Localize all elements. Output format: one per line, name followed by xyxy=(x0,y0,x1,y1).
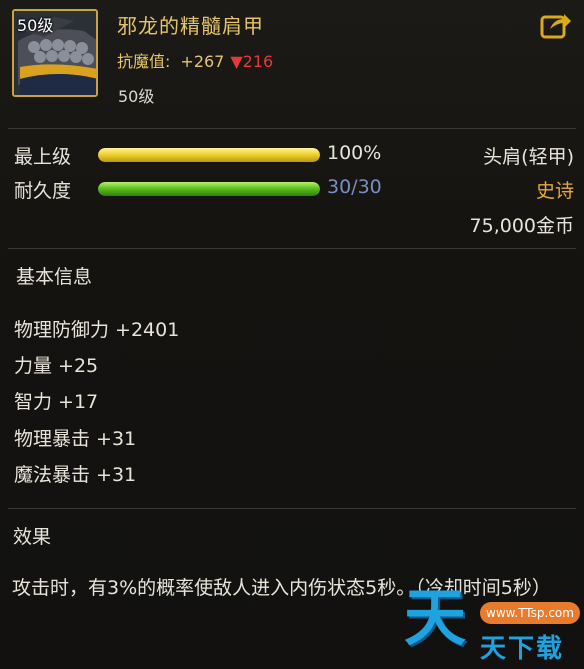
item-price: 75,000金币 xyxy=(469,215,574,237)
attribute-line: 力量 +25 xyxy=(14,355,99,377)
attribute-line: 物理暴击 +31 xyxy=(14,428,137,450)
resist-label: 抗魔值: xyxy=(117,52,171,71)
basic-info-title: 基本信息 xyxy=(16,266,93,288)
attribute-line: 物理防御力 +2401 xyxy=(14,319,180,341)
max-grade-bar xyxy=(98,148,320,162)
durability-value: 30/30 xyxy=(327,176,382,198)
share-button[interactable] xyxy=(540,11,572,39)
required-level: 50级 xyxy=(118,87,155,106)
max-grade-value: 100% xyxy=(327,142,382,164)
item-name: 邪龙的精髓肩甲 xyxy=(117,14,264,38)
divider-top xyxy=(8,128,576,129)
divider-effect xyxy=(8,508,576,509)
resist-stat: 抗魔值: +267 ▼216 xyxy=(117,48,273,72)
resist-plus-value: +267 xyxy=(180,52,225,71)
durability-bar xyxy=(98,182,320,196)
item-icon-level: 50级 xyxy=(17,16,54,35)
item-tooltip-panel: 50级 邪龙的精髓肩甲 抗魔值: +267 ▼216 50级 最上级 100% 耐久… xyxy=(0,0,584,669)
attribute-line: 魔法暴击 +31 xyxy=(14,464,137,486)
watermark-text: 天下载 xyxy=(480,634,565,664)
durability-bar-fill xyxy=(98,182,320,196)
effect-title: 效果 xyxy=(13,526,52,548)
durability-label: 耐久度 xyxy=(14,180,72,202)
site-watermark: 天 www.TTsp.com 天下载 xyxy=(404,578,584,669)
max-grade-label: 最上级 xyxy=(14,146,72,168)
equipment-slot: 头肩(轻甲) xyxy=(483,146,574,168)
watermark-url: www.TTsp.com xyxy=(480,602,580,624)
share-icon xyxy=(540,14,571,39)
resist-down-value: ▼216 xyxy=(230,52,274,71)
divider-basic xyxy=(8,248,576,249)
rarity-label: 史诗 xyxy=(535,180,574,202)
watermark-big-char: 天 xyxy=(404,581,467,654)
attribute-line: 智力 +17 xyxy=(14,391,99,413)
item-icon-frame[interactable]: 50级 xyxy=(12,9,98,97)
max-grade-bar-fill xyxy=(98,148,320,162)
